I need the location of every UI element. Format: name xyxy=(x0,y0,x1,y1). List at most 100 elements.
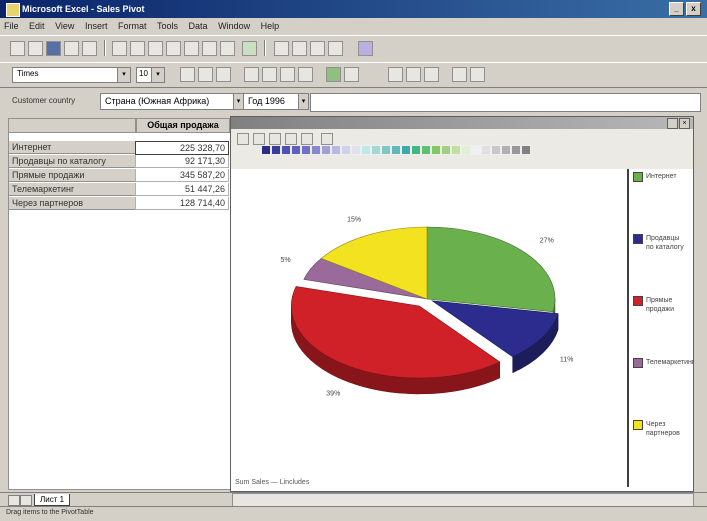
data-label: 15% xyxy=(347,216,361,223)
legend-label: Через партнеров xyxy=(646,421,680,437)
menu-bar: File Edit View Insert Format Tools Data … xyxy=(0,18,707,34)
chart-type-icon[interactable] xyxy=(237,133,249,145)
menu-tools[interactable]: Tools xyxy=(153,18,182,34)
country-filter[interactable]: Страна (Южная Африка) xyxy=(100,93,234,110)
grid-header-row: Общая продажа xyxy=(8,118,230,133)
bold-icon[interactable] xyxy=(180,67,195,82)
legend-swatch xyxy=(633,358,643,368)
help-icon[interactable] xyxy=(358,41,373,56)
legend-item[interactable]: Через партнеров xyxy=(633,420,688,438)
print-icon[interactable] xyxy=(64,41,79,56)
tab-scroll-first-icon[interactable] xyxy=(8,495,20,506)
chart-wizard-icon[interactable] xyxy=(242,41,257,56)
table-row[interactable]: Прямые продажи 345 587,20 xyxy=(8,169,230,182)
chart-by-column-icon[interactable] xyxy=(301,133,313,145)
sheet-tab[interactable]: Лист 1 xyxy=(34,494,71,506)
year-filter[interactable]: Год 1996 xyxy=(243,93,299,110)
chart-legend: Интернет Продавцы по каталогу Прямые про… xyxy=(627,169,695,487)
toolbar-separator xyxy=(104,40,106,56)
chart-eyedropper-icon[interactable] xyxy=(321,133,333,145)
align-center-icon[interactable] xyxy=(262,67,277,82)
preview-icon[interactable] xyxy=(82,41,97,56)
standard-toolbar xyxy=(0,35,707,63)
menu-file[interactable]: File xyxy=(0,18,23,34)
filter-label: Customer country xyxy=(12,96,76,105)
italic-icon[interactable] xyxy=(198,67,213,82)
horizontal-scrollbar[interactable] xyxy=(232,493,694,507)
row-value: 51 447,26 xyxy=(135,183,229,196)
underline-icon[interactable] xyxy=(216,67,231,82)
data-label: 11% xyxy=(560,357,574,364)
align-left-icon[interactable] xyxy=(244,67,259,82)
zoom-icon[interactable] xyxy=(328,41,343,56)
font-name: Times xyxy=(17,69,39,78)
copy-icon[interactable] xyxy=(130,41,145,56)
menu-data[interactable]: Data xyxy=(185,18,212,34)
hyperlink-icon[interactable] xyxy=(220,41,235,56)
sort-asc-icon[interactable] xyxy=(274,41,289,56)
menu-insert[interactable]: Insert xyxy=(81,18,112,34)
format-painter-icon[interactable] xyxy=(166,41,181,56)
data-label: 39% xyxy=(326,390,340,397)
minimize-button[interactable]: _ xyxy=(669,2,684,16)
chart-window[interactable]: × 27% 11% 39% 5% 15% Интернет Продавцы по ка… xyxy=(230,116,694,492)
merge-center-icon[interactable] xyxy=(298,67,313,82)
data-label: 5% xyxy=(280,257,290,264)
menu-help[interactable]: Help xyxy=(257,18,284,34)
new-icon[interactable] xyxy=(10,41,25,56)
year-filter-value: Год 1996 xyxy=(248,96,285,106)
row-label: Продавцы по каталогу xyxy=(8,155,136,168)
legend-item[interactable]: Телемаркетинг xyxy=(633,358,695,368)
table-row[interactable]: Интернет 225 328,70 xyxy=(8,141,230,155)
open-icon[interactable] xyxy=(28,41,43,56)
decrease-indent-icon[interactable] xyxy=(388,67,403,82)
menu-window[interactable]: Window xyxy=(214,18,254,34)
undo-icon[interactable] xyxy=(184,41,199,56)
cut-icon[interactable] xyxy=(112,41,127,56)
app-icon xyxy=(6,3,20,17)
chart-data-table-icon[interactable] xyxy=(269,133,281,145)
font-color-icon[interactable] xyxy=(470,67,485,82)
increase-indent-icon[interactable] xyxy=(406,67,421,82)
fill-color-icon[interactable] xyxy=(452,67,467,82)
table-row[interactable]: Телемаркетинг 51 447,26 xyxy=(8,183,230,196)
legend-swatch xyxy=(633,172,643,182)
chart-window-titlebar: × xyxy=(231,117,693,129)
menu-edit[interactable]: Edit xyxy=(25,18,49,34)
window-title: Microsoft Excel - Sales Pivot xyxy=(22,4,145,14)
tab-scroll-prev-icon[interactable] xyxy=(20,495,32,506)
formula-bar[interactable] xyxy=(310,93,701,112)
pie-slice[interactable] xyxy=(426,226,556,313)
sort-desc-icon[interactable] xyxy=(292,41,307,56)
maximize-icon[interactable] xyxy=(667,118,678,129)
grid-header-total[interactable]: Общая продажа xyxy=(136,118,230,133)
autofilter-icon[interactable] xyxy=(310,41,325,56)
paste-icon[interactable] xyxy=(148,41,163,56)
chart-by-row-icon[interactable] xyxy=(285,133,297,145)
status-bar: Drag items to the PivotTable xyxy=(0,506,707,521)
font-size-select[interactable]: 10 ▾ xyxy=(136,67,165,83)
chevron-down-icon[interactable]: ▾ xyxy=(117,67,131,83)
row-label: Интернет xyxy=(8,141,136,154)
chevron-down-icon[interactable]: ▾ xyxy=(298,93,309,110)
menu-view[interactable]: View xyxy=(51,18,78,34)
font-select[interactable]: Times ▾ xyxy=(12,67,131,83)
legend-item[interactable]: Продавцы по каталогу xyxy=(633,234,688,252)
legend-item[interactable]: Интернет xyxy=(633,172,688,182)
close-icon[interactable]: × xyxy=(679,118,690,129)
menu-format[interactable]: Format xyxy=(114,18,151,34)
chevron-down-icon[interactable]: ▾ xyxy=(151,67,165,83)
save-icon[interactable] xyxy=(46,41,61,56)
percent-icon[interactable] xyxy=(344,67,359,82)
redo-icon[interactable] xyxy=(202,41,217,56)
close-button[interactable]: x xyxy=(686,2,701,16)
chart-legend-icon[interactable] xyxy=(253,133,265,145)
borders-icon[interactable] xyxy=(424,67,439,82)
legend-label: Телемаркетинг xyxy=(646,359,695,366)
align-right-icon[interactable] xyxy=(280,67,295,82)
legend-item[interactable]: Прямые продажи xyxy=(633,296,688,314)
table-row[interactable]: Продавцы по каталогу 92 171,30 xyxy=(8,155,230,168)
table-row[interactable]: Через партнеров 128 714,40 xyxy=(8,197,230,210)
color-palette[interactable] xyxy=(261,145,531,155)
currency-icon[interactable] xyxy=(326,67,341,82)
